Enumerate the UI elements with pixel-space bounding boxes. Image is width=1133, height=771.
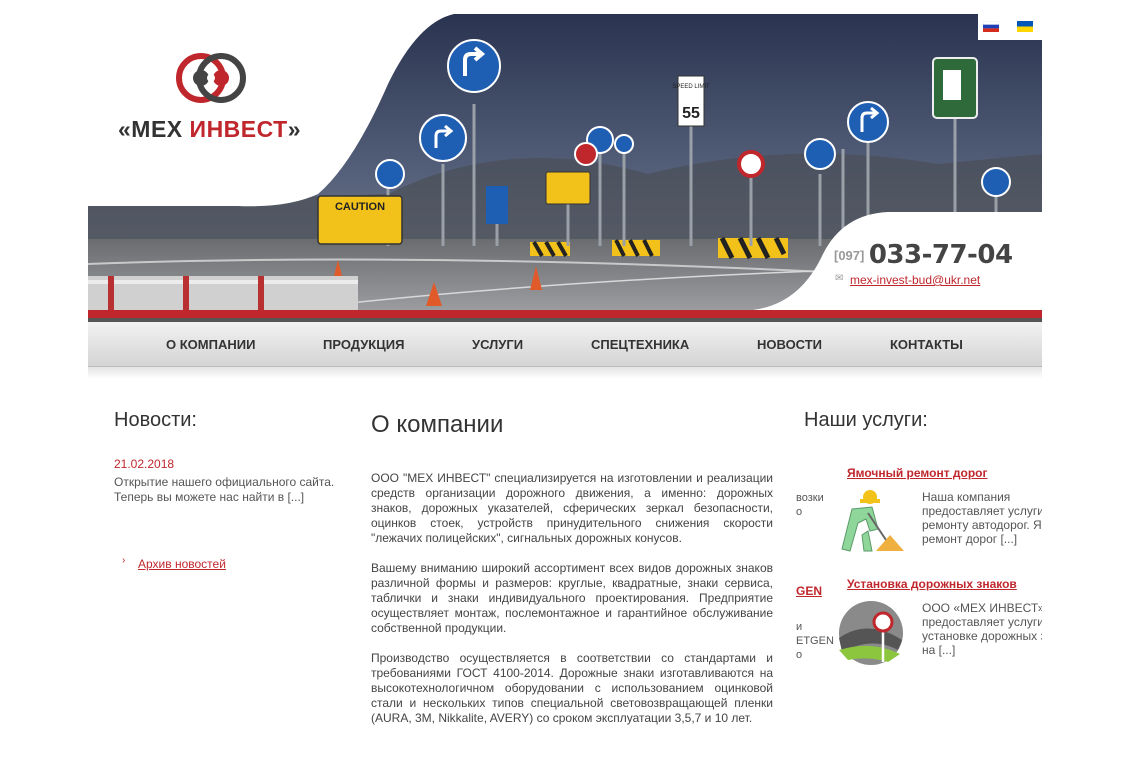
nav-contacts[interactable]: КОНТАКТЫ bbox=[890, 337, 963, 352]
service-title-pothole[interactable]: Ямочный ремонт дорог bbox=[847, 466, 988, 480]
news-excerpt[interactable]: Открытие нашего официального сайта. Тепе… bbox=[114, 475, 346, 505]
service-title-signs[interactable]: Установка дорожных знаков bbox=[847, 577, 1017, 591]
news-date: 21.02.2018 bbox=[114, 457, 175, 471]
nav-services[interactable]: УСЛУГИ bbox=[472, 337, 523, 352]
about-text: ООО "МЕХ ИНВЕСТ" специализируется на изг… bbox=[371, 471, 773, 741]
logo-quote-open: « bbox=[118, 116, 132, 142]
logo-quote-close: » bbox=[287, 116, 302, 142]
envelope-icon: ✉ bbox=[835, 273, 844, 284]
about-paragraph-2: Вашему вниманию широкий ассортимент всех… bbox=[371, 561, 773, 635]
road-sign-install-icon[interactable] bbox=[838, 600, 904, 666]
about-column: О компании ООО "МЕХ ИНВЕСТ" специализиру… bbox=[371, 411, 773, 725]
speed-sign-value: 55 bbox=[682, 105, 700, 122]
services-heading: Наши услуги: bbox=[804, 409, 928, 431]
logo-name-black: МЕХ bbox=[131, 116, 183, 142]
flag-ua-icon[interactable] bbox=[1017, 21, 1033, 32]
phone-main: 033-77-04 bbox=[868, 240, 1013, 270]
nav-news[interactable]: НОВОСТИ bbox=[757, 337, 822, 352]
prev-slide-fragment-2: и ETGEN о bbox=[796, 621, 834, 661]
about-paragraph-1: ООО "МЕХ ИНВЕСТ" специализируется на изг… bbox=[371, 471, 773, 545]
red-divider bbox=[88, 310, 1042, 318]
phone-number: [097] 033-77-04 bbox=[834, 240, 1013, 270]
main-nav: О КОМПАНИИ ПРОДУКЦИЯ УСЛУГИ СПЕЦТЕХНИКА … bbox=[88, 322, 1042, 367]
speed-sign-label: SPEED LIMIT bbox=[672, 84, 710, 90]
service-text-pothole: Наша компания предоставляет услуги ремон… bbox=[922, 490, 1042, 546]
about-paragraph-3: Производство осуществляется в соответств… bbox=[371, 651, 773, 725]
site-header: CAUTION SPEED LIMIT 55 «МЕХ ИНВЕСТ» [097… bbox=[88, 14, 1042, 310]
nav-about[interactable]: О КОМПАНИИ bbox=[166, 337, 255, 352]
email-link[interactable]: mex-invest-bud@ukr.net bbox=[850, 273, 980, 287]
page-wrapper: CAUTION SPEED LIMIT 55 «МЕХ ИНВЕСТ» [097… bbox=[88, 14, 1042, 379]
prev-slide-fragment: возки о bbox=[796, 492, 824, 518]
phone-code: [097] bbox=[834, 248, 865, 263]
news-column: Новости: 21.02.2018 Открытие нашего офиц… bbox=[114, 409, 344, 571]
nav-shadow bbox=[88, 367, 1042, 379]
logo-name-red: ИНВЕСТ bbox=[189, 116, 288, 142]
bullet-icon: › bbox=[122, 555, 126, 566]
news-heading: Новости: bbox=[114, 409, 197, 431]
service-text-signs: ООО «МЕХ ИНВЕСТ» предоставляет услуги ус… bbox=[922, 601, 1042, 657]
services-column: Наши услуги: возки о Ямочный ремонт доро… bbox=[796, 409, 1042, 771]
prev-service-title-fragment[interactable]: GEN bbox=[796, 584, 822, 598]
caution-sign-text: CAUTION bbox=[335, 201, 385, 213]
nav-products[interactable]: ПРОДУКЦИЯ bbox=[323, 337, 404, 352]
nav-machinery[interactable]: СПЕЦТЕХНИКА bbox=[591, 337, 689, 352]
road-worker-icon[interactable] bbox=[838, 489, 904, 555]
page-title: О компании bbox=[371, 411, 504, 438]
language-switcher bbox=[978, 14, 1042, 40]
news-archive-link[interactable]: Архив новостей bbox=[138, 557, 226, 571]
logo-icon[interactable] bbox=[175, 50, 247, 106]
logo-text[interactable]: «МЕХ ИНВЕСТ» bbox=[118, 116, 301, 143]
flag-ru-icon[interactable] bbox=[983, 21, 999, 32]
